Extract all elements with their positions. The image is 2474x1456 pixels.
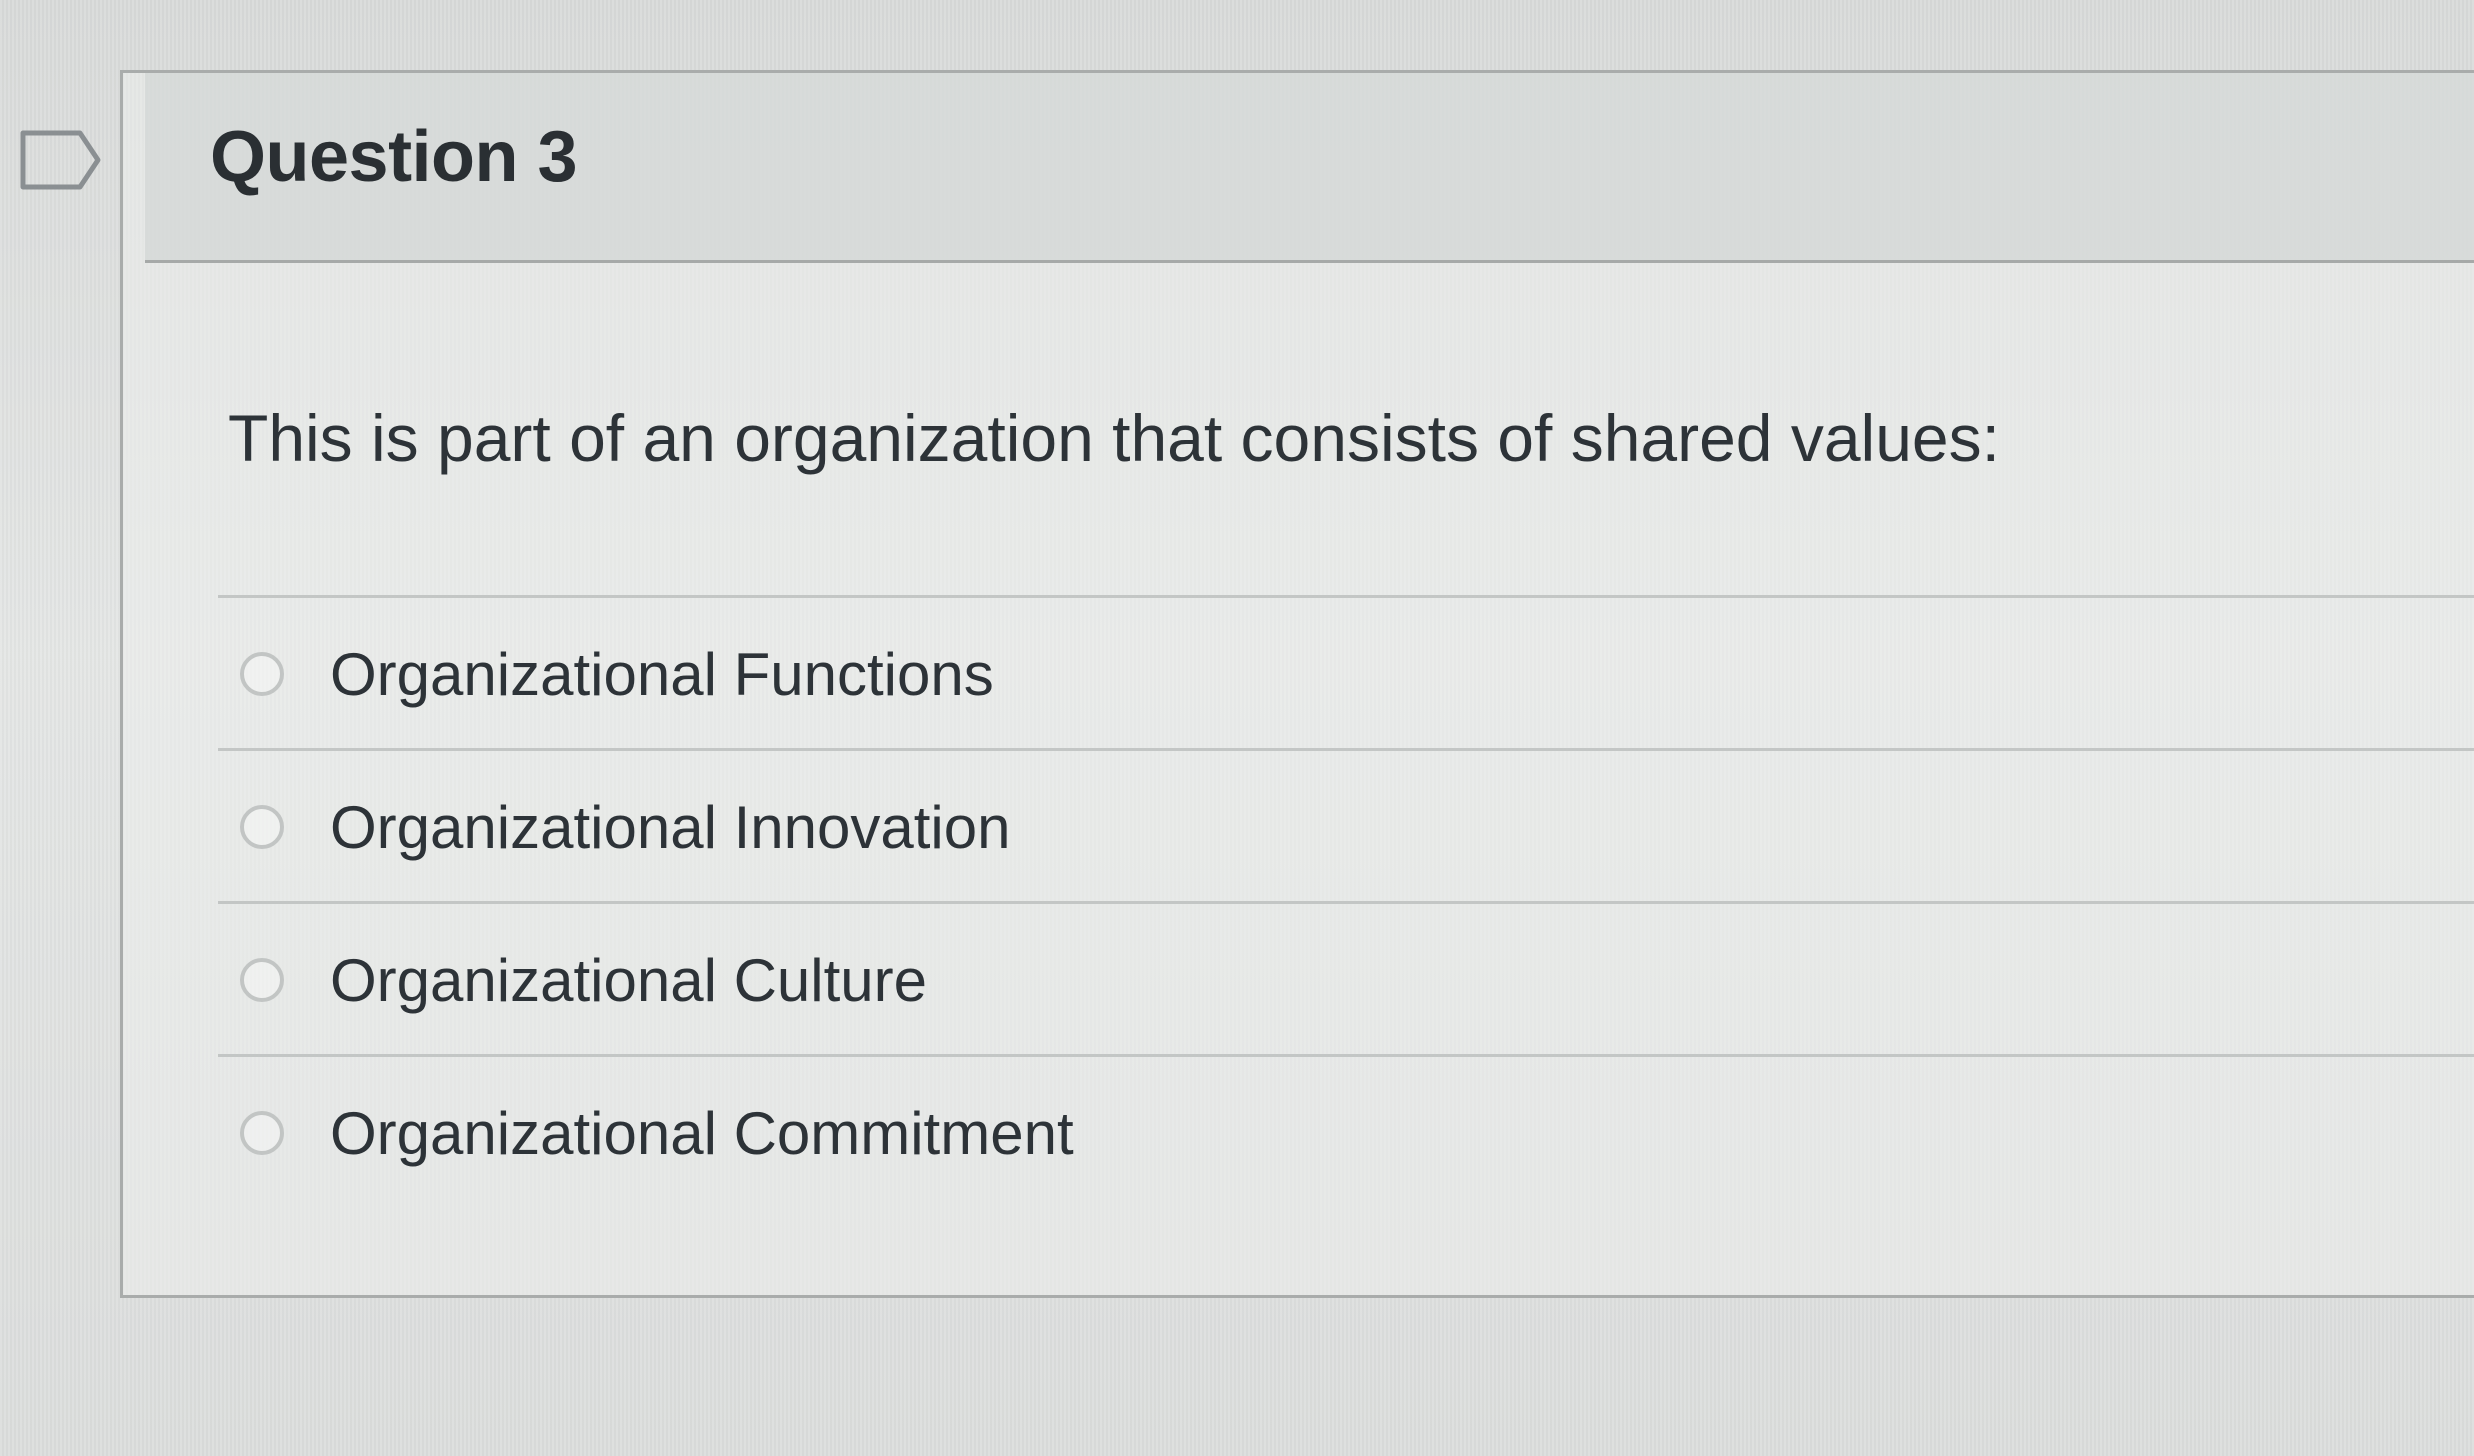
radio-button[interactable] xyxy=(240,805,284,849)
radio-button[interactable] xyxy=(240,1111,284,1155)
answer-option[interactable]: Organizational Culture xyxy=(218,904,2474,1054)
question-title: Question 3 xyxy=(210,117,578,197)
answer-option[interactable]: Organizational Innovation xyxy=(218,751,2474,901)
answer-label[interactable]: Organizational Culture xyxy=(330,946,927,1015)
answer-label[interactable]: Organizational Commitment xyxy=(330,1099,1074,1168)
answer-label[interactable]: Organizational Innovation xyxy=(330,793,1010,862)
flag-question-icon[interactable] xyxy=(18,128,104,192)
answer-option[interactable]: Organizational Functions xyxy=(218,598,2474,748)
question-prompt: This is part of an organization that con… xyxy=(228,401,2000,475)
answer-option[interactable]: Organizational Commitment xyxy=(218,1057,2474,1207)
radio-button[interactable] xyxy=(240,652,284,696)
answer-label[interactable]: Organizational Functions xyxy=(330,640,994,709)
radio-button[interactable] xyxy=(240,958,284,1002)
answer-list: Organizational Functions Organizational … xyxy=(218,595,2474,1207)
